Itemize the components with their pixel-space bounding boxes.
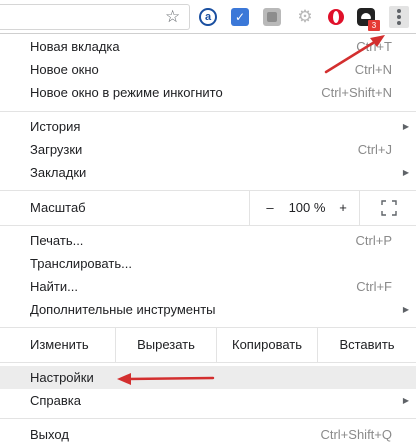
menu-item-shortcut: Ctrl+F [356, 279, 392, 294]
menu-item-exit[interactable]: Выход Ctrl+Shift+Q [0, 423, 416, 446]
menu-item-new-window[interactable]: Новое окно Ctrl+N [0, 58, 416, 81]
menu-separator [0, 111, 416, 112]
zoom-value: 100 % [288, 200, 326, 215]
menu-separator [0, 418, 416, 419]
browser-toolbar: ☆ a ✓ ⚙ 3 [0, 0, 416, 34]
chrome-main-menu: Новая вкладка Ctrl+T Новое окно Ctrl+N Н… [0, 34, 416, 446]
menu-item-label: Печать... [30, 233, 84, 248]
extension-check-icon[interactable]: ✓ [231, 8, 249, 26]
menu-item-label: Загрузки [30, 142, 83, 157]
menu-item-find[interactable]: Найти... Ctrl+F [0, 275, 416, 298]
address-bar[interactable] [0, 4, 190, 30]
menu-item-label: Транслировать... [30, 256, 132, 271]
menu-item-shortcut: Ctrl+N [354, 62, 392, 77]
submenu-arrow-icon: ▶ [402, 168, 409, 177]
extension-a-icon[interactable]: a [199, 8, 217, 26]
menu-item-history[interactable]: История ▶ [0, 115, 416, 138]
submenu-arrow-icon: ▶ [402, 305, 409, 314]
menu-zoom-row: Масштаб – 100 % + [0, 191, 416, 225]
menu-item-shortcut: Ctrl+Shift+Q [320, 427, 392, 442]
opera-icon[interactable] [327, 8, 345, 26]
submenu-arrow-icon: ▶ [402, 122, 409, 131]
menu-item-label: Найти... [30, 279, 78, 294]
menu-item-cast[interactable]: Транслировать... [0, 252, 416, 275]
menu-item-label: Новая вкладка [30, 39, 120, 54]
menu-item-downloads[interactable]: Загрузки Ctrl+J [0, 138, 416, 161]
zoom-out-button[interactable]: – [263, 191, 277, 225]
menu-item-shortcut: Ctrl+T [356, 39, 392, 54]
edit-label: Изменить [30, 337, 89, 352]
menu-item-label: Справка [30, 393, 81, 408]
extension-badge: 3 [368, 20, 380, 31]
menu-item-label: Новое окно в режиме инкогнито [30, 85, 223, 100]
paste-button[interactable]: Вставить [317, 328, 416, 362]
copy-button[interactable]: Копировать [216, 328, 317, 362]
extension-gear-icon[interactable]: ⚙ [296, 8, 314, 26]
menu-item-incognito[interactable]: Новое окно в режиме инкогнито Ctrl+Shift… [0, 81, 416, 104]
menu-item-shortcut: Ctrl+Shift+N [321, 85, 392, 100]
menu-separator [0, 225, 416, 226]
submenu-arrow-icon: ▶ [402, 396, 409, 405]
zoom-controls: – 100 % + [249, 191, 360, 225]
zoom-label: Масштаб [30, 200, 86, 215]
menu-separator [0, 362, 416, 363]
menu-item-label: Дополнительные инструменты [30, 302, 216, 317]
menu-item-label: История [30, 119, 81, 134]
kebab-menu-icon[interactable] [389, 6, 409, 28]
menu-item-settings[interactable]: Настройки [0, 366, 416, 389]
menu-item-help[interactable]: Справка ▶ [0, 389, 416, 412]
star-icon[interactable]: ☆ [165, 8, 180, 26]
menu-item-shortcut: Ctrl+J [357, 142, 392, 157]
menu-item-bookmarks[interactable]: Закладки ▶ [0, 161, 416, 184]
menu-item-label: Закладки [30, 165, 87, 180]
zoom-in-button[interactable]: + [336, 191, 350, 225]
fullscreen-icon[interactable] [381, 200, 397, 216]
menu-item-label: Настройки [30, 370, 94, 385]
menu-item-shortcut: Ctrl+P [355, 233, 392, 248]
menu-item-label: Новое окно [30, 62, 99, 77]
menu-item-more-tools[interactable]: Дополнительные инструменты ▶ [0, 298, 416, 321]
extension-puzzle-icon[interactable] [263, 8, 281, 26]
cut-button[interactable]: Вырезать [115, 328, 216, 362]
menu-item-label: Выход [30, 427, 69, 442]
menu-item-new-tab[interactable]: Новая вкладка Ctrl+T [0, 35, 416, 58]
menu-edit-row: Изменить Вырезать Копировать Вставить [0, 328, 416, 362]
menu-item-print[interactable]: Печать... Ctrl+P [0, 229, 416, 252]
